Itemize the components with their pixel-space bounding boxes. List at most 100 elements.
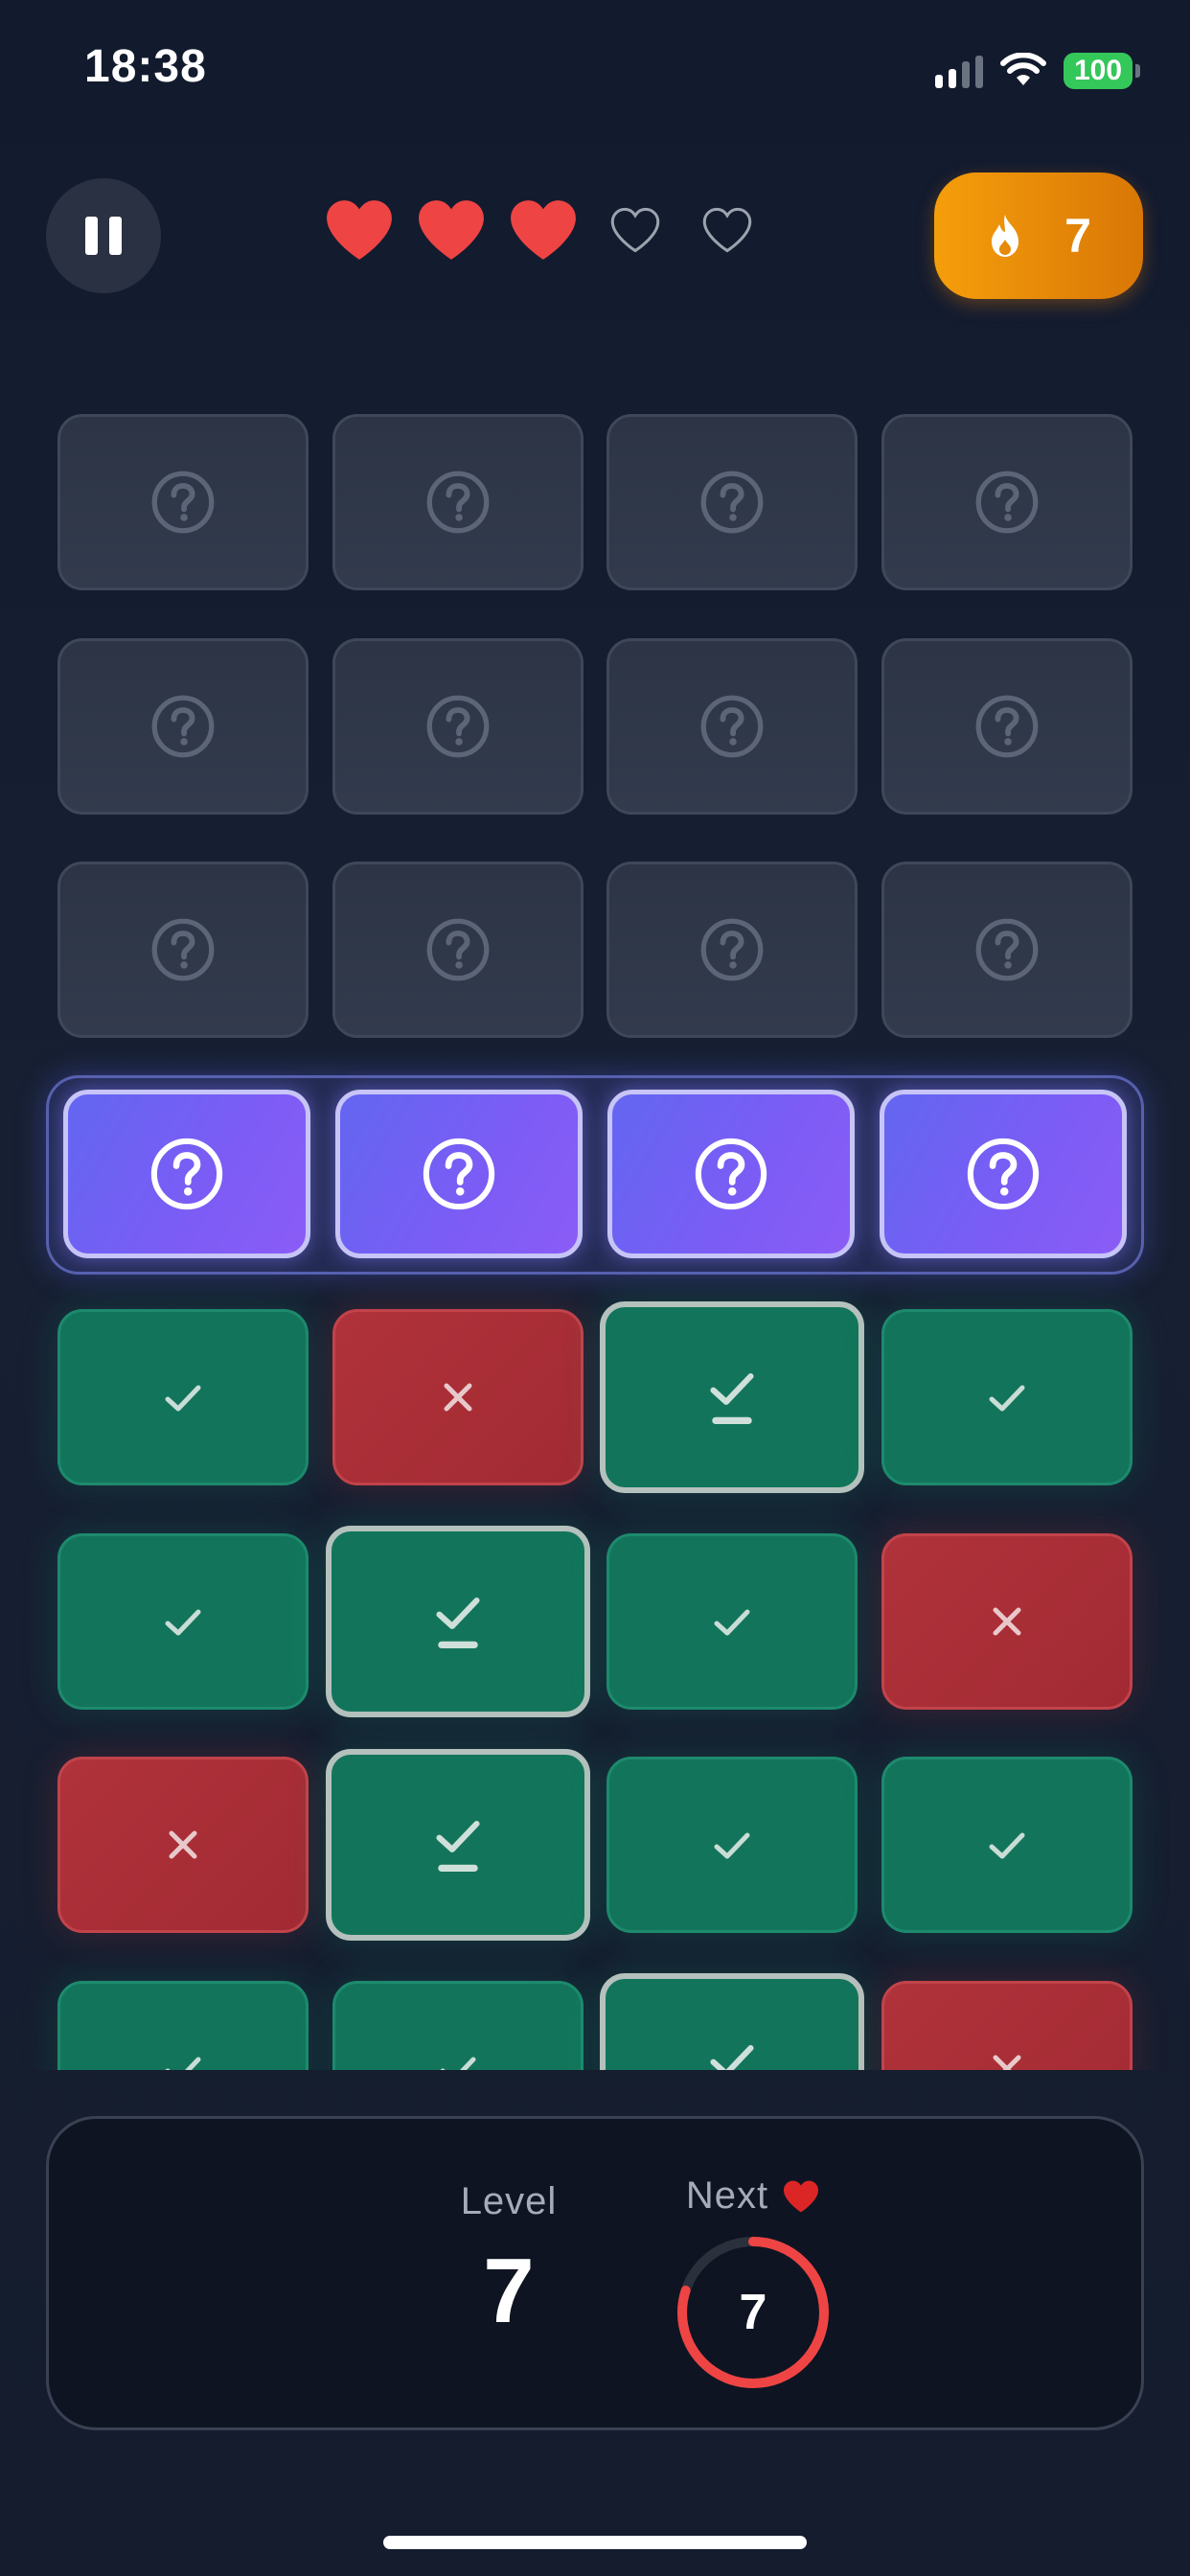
cross-icon: [993, 1607, 1021, 1635]
check-selected-icon: [436, 1821, 480, 1873]
check-icon: [989, 1832, 1025, 1859]
grid-cell-correct[interactable]: [57, 1980, 309, 2070]
pause-icon: [85, 217, 98, 255]
question-icon: [150, 1138, 223, 1209]
grid-cell-wrong[interactable]: [881, 1532, 1133, 1710]
question-icon: [695, 1138, 767, 1209]
wifi-icon: [1000, 53, 1046, 85]
active-row: [0, 1055, 1190, 1258]
check-selected-icon: [436, 1597, 480, 1648]
grid-row: [0, 1726, 1190, 1941]
question-icon: [423, 1138, 495, 1209]
check-icon: [165, 1385, 201, 1412]
grid-cell-correct[interactable]: [881, 1757, 1133, 1933]
check-selected-icon: [710, 2044, 754, 2070]
grid-cell-correct[interactable]: [606, 1757, 858, 1933]
question-icon: [700, 695, 764, 757]
home-indicator[interactable]: [383, 2536, 807, 2549]
question-icon: [151, 695, 215, 757]
grid-cell-active[interactable]: [63, 1089, 310, 1258]
grid-cell-selected[interactable]: [326, 1525, 590, 1717]
check-selected-icon: [710, 1373, 754, 1425]
grid-cell-active[interactable]: [335, 1089, 583, 1258]
grid-cell-correct[interactable]: [57, 1309, 309, 1485]
grid-row: [0, 608, 1190, 815]
heart-empty-icon: [610, 207, 660, 253]
grid-cell-selected[interactable]: [326, 1749, 590, 1941]
grid-cell-unknown[interactable]: [332, 414, 584, 590]
grid-cell-selected[interactable]: [600, 1301, 864, 1493]
question-icon: [426, 695, 490, 757]
cross-icon: [993, 2055, 1021, 2070]
question-icon: [426, 918, 490, 981]
question-icon: [975, 695, 1039, 757]
grid-cell-active[interactable]: [880, 1089, 1127, 1258]
check-icon: [440, 2057, 476, 2070]
battery-icon: 100: [1064, 53, 1140, 89]
grid-cell-unknown[interactable]: [332, 637, 584, 815]
grid-row: [0, 1950, 1190, 2070]
grid-cell-unknown[interactable]: [606, 414, 858, 590]
grid-cell-correct[interactable]: [606, 1532, 858, 1710]
heart-full-icon: [511, 200, 576, 260]
question-icon: [700, 471, 764, 534]
question-icon: [151, 918, 215, 981]
next-life-countdown: 7: [739, 2285, 767, 2340]
grid-cell-unknown[interactable]: [606, 637, 858, 815]
check-icon: [165, 2057, 201, 2070]
level-block: Level 7: [403, 2180, 614, 2344]
check-icon: [989, 1385, 1025, 1412]
next-life-progress-ring: 7: [672, 2231, 835, 2394]
cross-icon: [444, 1383, 472, 1412]
grid-cell-correct[interactable]: [881, 1309, 1133, 1485]
pause-button[interactable]: [46, 178, 161, 293]
flame-icon: [992, 215, 1019, 257]
grid-cell-correct[interactable]: [332, 1980, 584, 2070]
status-time: 18:38: [84, 41, 207, 92]
grid-row: [0, 831, 1190, 1038]
cellular-signal-icon: [935, 54, 983, 88]
grid-cell-wrong[interactable]: [881, 1980, 1133, 2070]
grid-cell-unknown[interactable]: [881, 637, 1133, 815]
next-life-label: Next: [624, 2174, 882, 2218]
cross-icon: [169, 1830, 197, 1859]
grid-cell-unknown[interactable]: [606, 862, 858, 1038]
question-icon: [426, 471, 490, 534]
check-icon: [165, 1609, 201, 1635]
grid-cell-wrong[interactable]: [332, 1309, 584, 1485]
grid-cell-selected[interactable]: [600, 1972, 864, 2070]
grid-cell-active[interactable]: [607, 1089, 855, 1258]
heart-icon: [784, 2180, 819, 2212]
game-grid: [0, 383, 1190, 2070]
grid-cell-unknown[interactable]: [881, 862, 1133, 1038]
question-icon: [151, 471, 215, 534]
grid-row: [0, 1278, 1190, 1493]
level-panel: Level 7 Next 7: [46, 2116, 1144, 2430]
grid-cell-unknown[interactable]: [57, 862, 309, 1038]
level-value: 7: [483, 2240, 535, 2342]
streak-badge[interactable]: 7: [934, 172, 1143, 299]
grid-cell-unknown[interactable]: [57, 637, 309, 815]
streak-count: 7: [1064, 209, 1091, 263]
grid-cell-unknown[interactable]: [881, 414, 1133, 590]
level-label: Level: [460, 2180, 558, 2222]
status-bar: 18:38 100: [0, 0, 1190, 144]
next-label-text: Next: [685, 2174, 769, 2217]
heart-empty-icon: [702, 207, 752, 253]
grid-row: [0, 383, 1190, 590]
grid-cell-unknown[interactable]: [332, 862, 584, 1038]
check-icon: [714, 1609, 750, 1635]
grid-cell-wrong[interactable]: [57, 1757, 309, 1933]
battery-level: 100: [1064, 53, 1133, 89]
grid-cell-unknown[interactable]: [57, 414, 309, 590]
question-icon: [967, 1138, 1040, 1209]
heart-full-icon: [419, 200, 484, 260]
question-icon: [975, 918, 1039, 981]
question-icon: [700, 918, 764, 981]
game-screen: 18:38 100 7 Level 7 Next 7: [0, 0, 1190, 2576]
lives-indicator: [324, 196, 763, 264]
status-icons: 100: [935, 48, 1140, 94]
grid-cell-correct[interactable]: [57, 1532, 309, 1710]
check-icon: [714, 1832, 750, 1859]
grid-row: [0, 1503, 1190, 1717]
